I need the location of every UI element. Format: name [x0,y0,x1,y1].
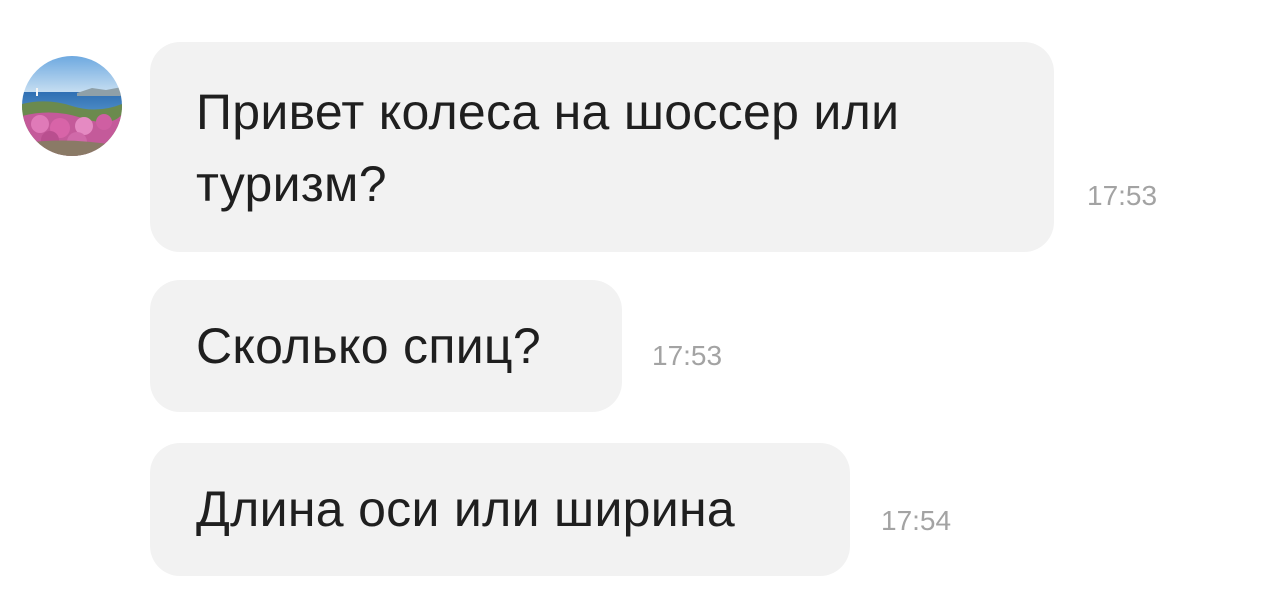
message-bubble[interactable]: Привет колеса на шоссер или туризм? [150,42,1054,252]
chat-message-list: Привет колеса на шоссер или туризм? 17:5… [0,0,1280,600]
sender-avatar[interactable] [22,56,122,156]
message-timestamp: 17:53 [1087,180,1158,211]
message-text: Привет колеса на шоссер или туризм? [196,84,900,212]
message-timestamp: 17:53 [652,340,723,371]
message-timestamp: 17:54 [881,505,952,536]
message-text: Сколько спиц? [196,318,541,374]
message-bubble[interactable]: Длина оси или ширина [150,443,850,576]
message-bubble[interactable]: Сколько спиц? [150,280,622,412]
landscape-photo-icon [22,56,122,156]
message-text: Длина оси или ширина [196,481,736,537]
